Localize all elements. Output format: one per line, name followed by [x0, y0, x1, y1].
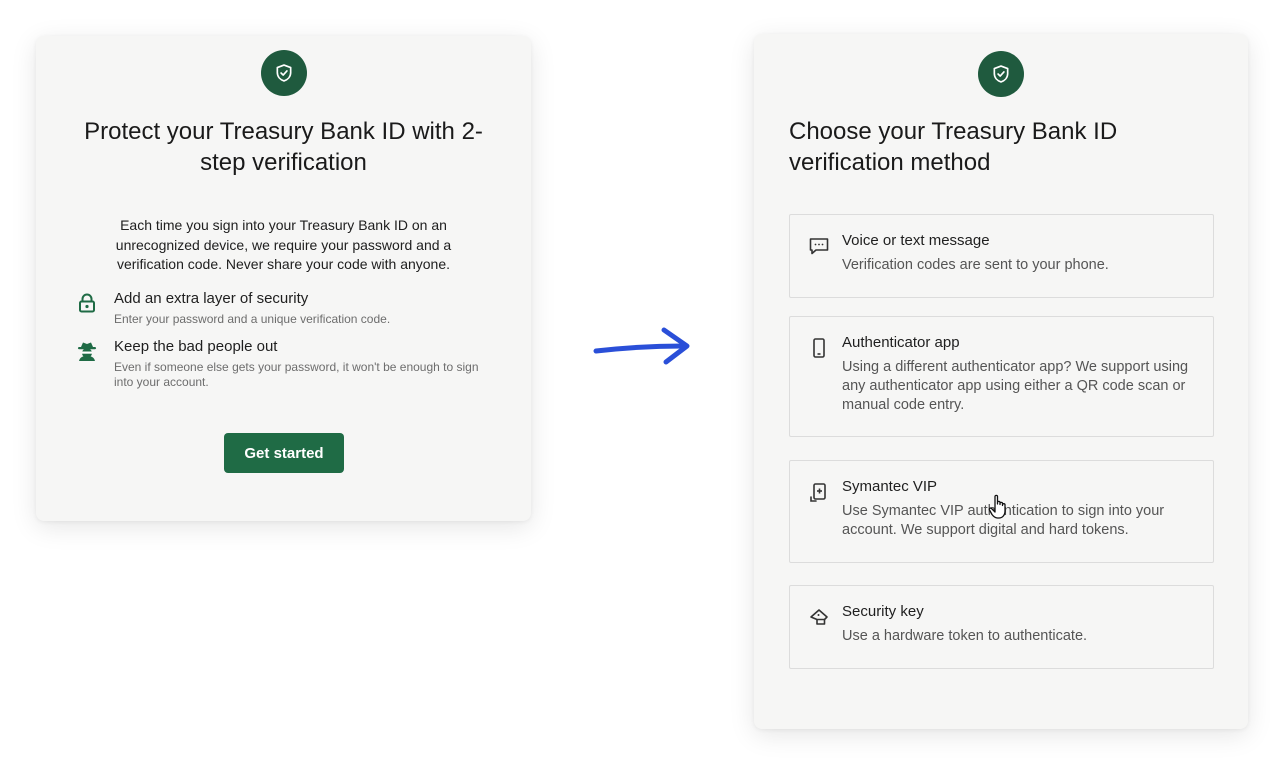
- method-card: Choose your Treasury Bank ID verificatio…: [754, 34, 1248, 729]
- feature-title: Keep the bad people out: [114, 338, 278, 355]
- page-title: Protect your Treasury Bank ID with 2-ste…: [84, 118, 483, 176]
- get-started-button[interactable]: Get started: [224, 433, 344, 473]
- feature-description: Enter your password and a unique verific…: [114, 312, 391, 326]
- feature-extra-security: Add an extra layer of security Enter you…: [76, 290, 496, 334]
- shield-check-icon: [261, 50, 307, 96]
- feature-bad-people-out: Keep the bad people out Even if someone …: [76, 338, 496, 398]
- arrow-right-icon: [593, 327, 690, 365]
- method-authenticator-app[interactable]: Authenticator app Using a different auth…: [789, 316, 1214, 437]
- intro-description: Each time you sign into your Treasury Ba…: [115, 217, 452, 272]
- spy-icon: [76, 340, 98, 362]
- method-description: Use Symantec VIP authentication to sign …: [842, 503, 1165, 538]
- phone-icon: [808, 337, 830, 359]
- lock-icon: [76, 292, 98, 314]
- method-title: Authenticator app: [842, 334, 960, 351]
- method-security-key[interactable]: Security key Use a hardware token to aut…: [789, 585, 1214, 669]
- security-key-icon: [808, 606, 830, 628]
- message-icon: [808, 235, 830, 257]
- feature-description: Even if someone else gets your password,…: [114, 360, 479, 389]
- method-description: Using a different authenticator app? We …: [842, 359, 1189, 413]
- method-description: Verification codes are sent to your phon…: [842, 257, 1109, 273]
- shield-check-icon: [978, 51, 1024, 97]
- method-voice-text[interactable]: Voice or text message Verification codes…: [789, 214, 1214, 298]
- method-title: Voice or text message: [842, 232, 990, 249]
- intro-card: Protect your Treasury Bank ID with 2-ste…: [36, 36, 531, 521]
- page-title: Choose your Treasury Bank ID verificatio…: [789, 118, 1118, 176]
- method-title: Symantec VIP: [842, 478, 938, 495]
- method-title: Security key: [842, 603, 924, 620]
- hand-cursor-icon: [988, 494, 1006, 519]
- method-description: Use a hardware token to authenticate.: [842, 628, 1088, 644]
- feature-title: Add an extra layer of security: [114, 290, 309, 307]
- token-device-icon: [808, 481, 830, 503]
